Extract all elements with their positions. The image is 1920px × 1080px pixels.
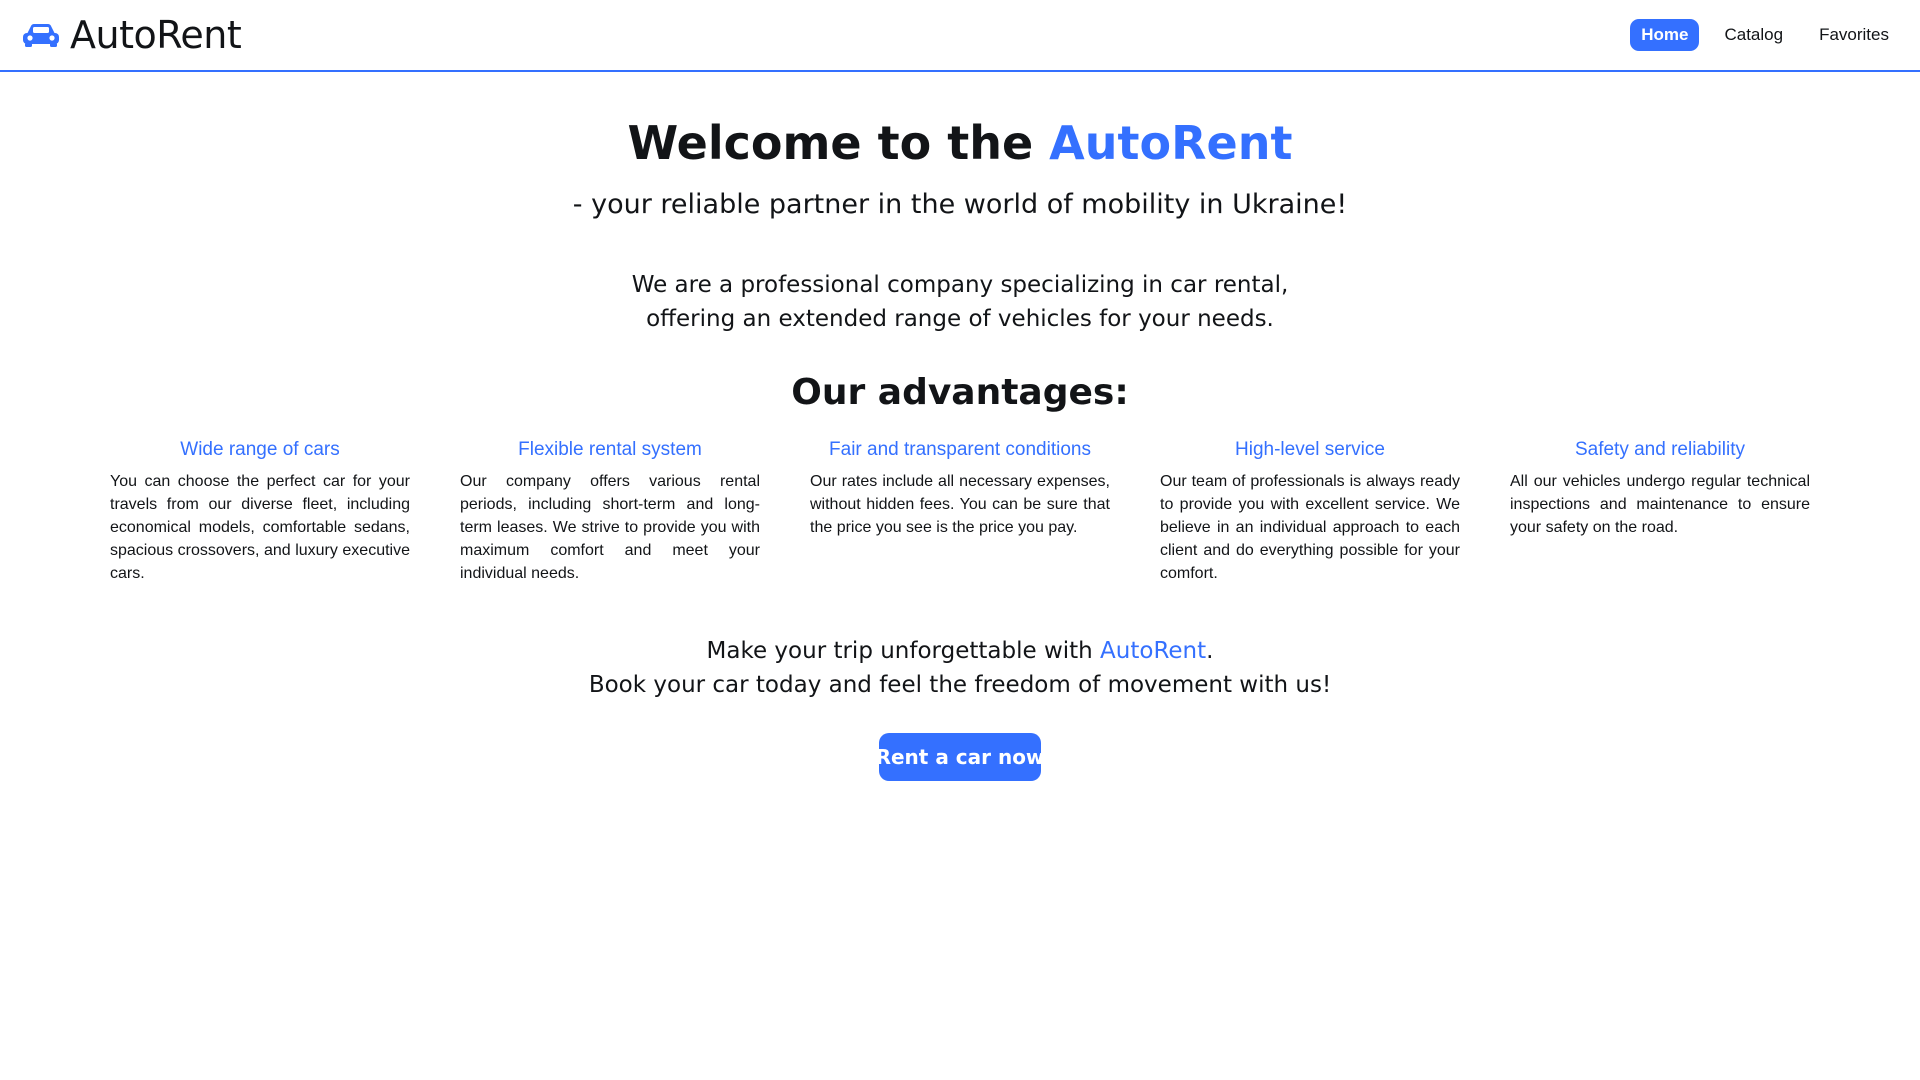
advantage-title: High-level service bbox=[1235, 439, 1385, 460]
advantage-item: High-level service Our team of professio… bbox=[1160, 438, 1460, 585]
call-to-action-text: Make your trip unforgettable with AutoRe… bbox=[0, 634, 1920, 702]
site-header: AutoRent Home Catalog Favorites bbox=[0, 0, 1920, 72]
nav-catalog[interactable]: Catalog bbox=[1713, 19, 1794, 51]
cta-suffix: . bbox=[1206, 638, 1214, 664]
advantage-item: Fair and transparent conditions Our rate… bbox=[810, 438, 1110, 585]
advantage-text: Our company offers various rental period… bbox=[460, 473, 760, 582]
rent-car-button[interactable]: Rent a car now bbox=[876, 733, 1044, 781]
intro-text: We are a professional company specializi… bbox=[0, 268, 1920, 336]
advantage-text: All our vehicles undergo regular technic… bbox=[1510, 473, 1810, 536]
title-prefix: Welcome to the bbox=[627, 116, 1050, 170]
cta-line-2: Book your car today and feel the freedom… bbox=[588, 672, 1332, 698]
advantage-title: Wide range of cars bbox=[180, 439, 340, 460]
advantage-item: Wide range of cars You can choose the pe… bbox=[110, 438, 410, 585]
car-icon bbox=[20, 21, 62, 49]
logo-text: AutoRent bbox=[70, 13, 242, 57]
advantage-text: You can choose the perfect car for your … bbox=[110, 473, 410, 582]
advantage-text: Our rates include all necessary expenses… bbox=[810, 473, 1110, 536]
nav-favorites[interactable]: Favorites bbox=[1808, 19, 1900, 51]
main-nav: Home Catalog Favorites bbox=[1630, 19, 1900, 51]
advantages-heading: Our advantages: bbox=[791, 372, 1129, 413]
advantages-list: Wide range of cars You can choose the pe… bbox=[110, 438, 1810, 585]
advantage-item: Flexible rental system Our company offer… bbox=[460, 438, 760, 585]
page-subtitle: - your reliable partner in the world of … bbox=[572, 189, 1348, 220]
title-brand: AutoRent bbox=[1049, 116, 1293, 170]
intro-line-1: We are a professional company specializi… bbox=[631, 272, 1289, 298]
page-title: Welcome to the AutoRent bbox=[0, 113, 1920, 173]
advantage-title: Flexible rental system bbox=[518, 439, 702, 460]
advantage-title: Fair and transparent conditions bbox=[829, 439, 1091, 460]
intro-line-2: offering an extended range of vehicles f… bbox=[646, 306, 1274, 332]
cta-line-1: Make your trip unforgettable with AutoRe… bbox=[0, 634, 1920, 668]
cta-prefix: Make your trip unforgettable with bbox=[706, 638, 1101, 664]
advantage-title: Safety and reliability bbox=[1574, 439, 1746, 460]
nav-home[interactable]: Home bbox=[1630, 19, 1700, 51]
logo[interactable]: AutoRent bbox=[20, 12, 242, 58]
advantage-item: Safety and reliability All our vehicles … bbox=[1510, 438, 1810, 585]
cta-brand: AutoRent bbox=[1100, 638, 1207, 664]
advantage-text: Our team of professionals is always read… bbox=[1160, 473, 1460, 582]
